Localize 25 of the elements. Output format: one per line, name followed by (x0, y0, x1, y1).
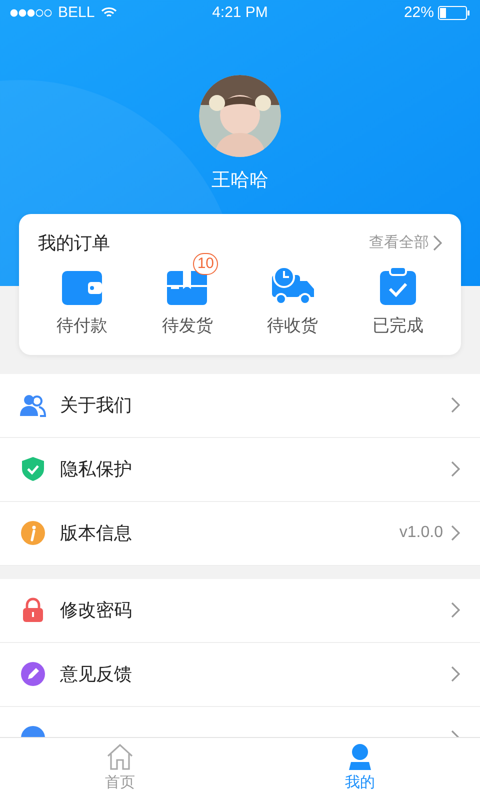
order-status-button[interactable]: 待付款 (46, 252, 118, 338)
order-status-button[interactable]: 已完成 (362, 252, 434, 338)
wifi-icon (100, 7, 117, 19)
menu-item[interactable]: 版本信息 v1.0.0 (0, 502, 480, 566)
order-status-button[interactable]: 10 待发货 (151, 252, 224, 338)
box-icon (167, 270, 208, 304)
menu-item[interactable]: 隐私保护 (0, 438, 480, 502)
menu-item[interactable]: 意见反馈 (0, 642, 480, 706)
menu-item[interactable]: 关于我们 (0, 374, 480, 438)
person-icon (349, 744, 371, 770)
status-time: 4:21 PM (212, 2, 268, 23)
user-name: 王哈哈 (212, 169, 268, 193)
count-badge: 10 (193, 252, 218, 274)
wallet-icon (62, 270, 102, 304)
signal-icon (10, 9, 52, 17)
battery-percent: 22% (404, 2, 434, 23)
order-status-button[interactable]: 待收货 (256, 252, 329, 338)
clipboard-check-icon (380, 266, 416, 304)
version-value: v1.0.0 (399, 523, 443, 543)
menu-item[interactable]: 修改密码 (0, 578, 480, 642)
home-icon (106, 744, 134, 770)
orders-title: 我的订单 (38, 232, 110, 254)
truck-icon (272, 266, 314, 304)
battery-icon (438, 6, 470, 20)
carrier-text: BELL (58, 2, 95, 23)
